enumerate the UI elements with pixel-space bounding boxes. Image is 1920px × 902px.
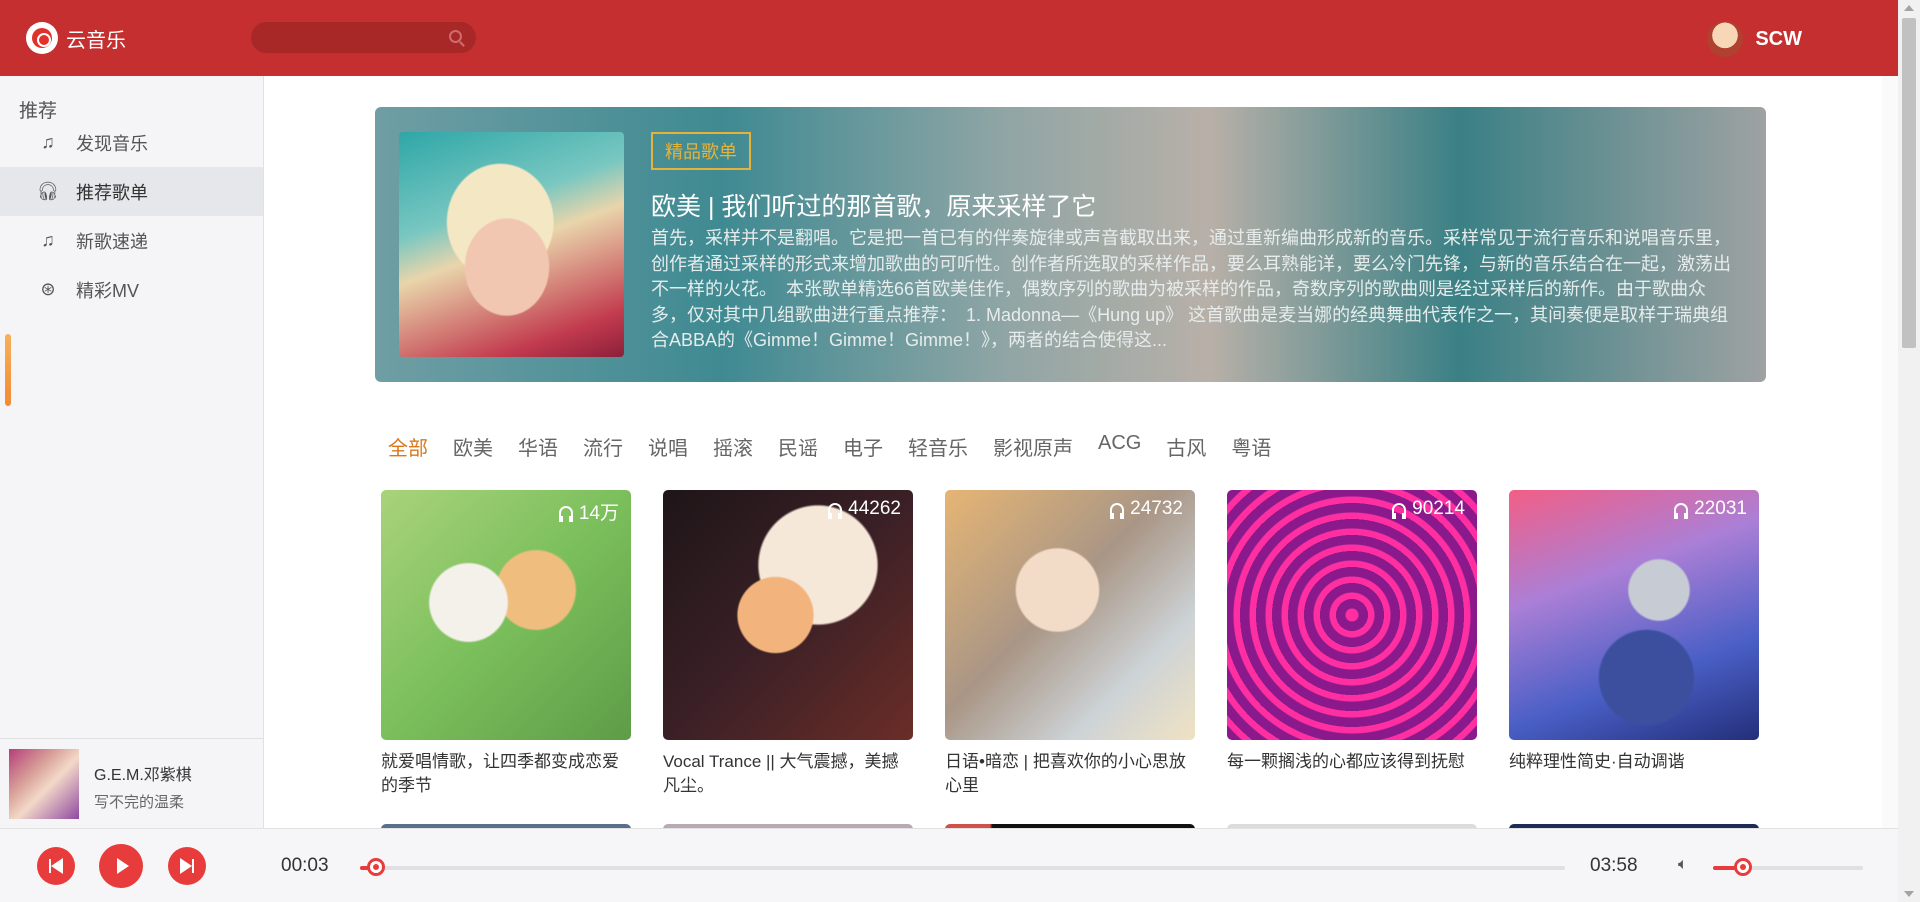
sidebar: 推荐 ♫ 发现音乐 🎧︎ 推荐歌单 ♫ 新歌速递 ⊛ 精彩MV [0, 76, 264, 828]
play-count-value: 90214 [1412, 498, 1465, 519]
tab-cantonese[interactable]: 粤语 [1231, 432, 1271, 461]
current-time: 00:03 [281, 855, 329, 876]
headphones-icon [1674, 503, 1689, 519]
content-scrollbar[interactable] [1882, 76, 1898, 828]
sidebar-item-label: 新歌速递 [76, 231, 148, 252]
tab-chinese[interactable]: 华语 [518, 432, 558, 461]
banner-description: 首先，采样并不是翻唱。它是把一首已有的伴奏旋律或声音截取出来，通过重新编曲形成新… [651, 228, 1731, 350]
sidebar-item-mv[interactable]: ⊛ 精彩MV [0, 265, 263, 314]
category-tabs: 全部 欧美 华语 流行 说唱 摇滚 民谣 电子 轻音乐 影视原声 ACG 古风 … [388, 432, 1271, 461]
progress-handle[interactable] [366, 858, 385, 876]
sidebar-item-discover[interactable]: ♫ 发现音乐 [0, 118, 263, 167]
tab-acg[interactable]: ACG [1098, 432, 1141, 461]
next-icon [180, 858, 192, 874]
headphones-icon [828, 503, 843, 519]
next-button[interactable] [168, 847, 206, 885]
music-note-icon: ♫ [41, 230, 55, 250]
playlist-card[interactable]: 90214 每一颗搁浅的心都应该得到抚慰 [1227, 490, 1477, 774]
playlist-cover[interactable]: 14万 [381, 490, 631, 740]
playlist-title[interactable]: 就爱唱情歌，让四季都变成恋爱的季节 [381, 750, 631, 798]
volume-handle[interactable] [1734, 858, 1752, 876]
play-count: 22031 [1674, 498, 1747, 520]
music-note-icon: ♫ [41, 132, 55, 152]
play-count-value: 22031 [1694, 498, 1747, 519]
play-count: 24732 [1110, 498, 1183, 520]
playlist-card[interactable]: 44262 Vocal Trance || 大气震撼，美撼凡尘。 [663, 490, 913, 798]
tab-soundtrack[interactable]: 影视原声 [993, 432, 1073, 461]
tab-rock[interactable]: 摇滚 [713, 432, 753, 461]
headphones-icon [558, 505, 573, 522]
playlist-cover[interactable]: 22031 [1509, 490, 1759, 740]
progress-bar[interactable] [360, 858, 1565, 876]
play-count: 90214 [1392, 498, 1465, 520]
playlist-card[interactable]: 14万 就爱唱情歌，让四季都变成恋爱的季节 [381, 490, 631, 798]
banner-title[interactable]: 欧美 | 我们听过的那首歌，原来采样了它 [651, 187, 1096, 223]
playlist-title[interactable]: 每一颗搁浅的心都应该得到抚慰 [1227, 750, 1477, 774]
tab-ancient-style[interactable]: 古风 [1166, 432, 1206, 461]
volume-slider[interactable] [1713, 858, 1863, 876]
main-content: 精品歌单 欧美 | 我们听过的那首歌，原来采样了它 首先，采样并不是翻唱。它是把… [264, 76, 1882, 828]
scrollbar-thumb[interactable] [1902, 18, 1916, 348]
avatar[interactable] [1707, 21, 1744, 57]
total-time: 03:58 [1590, 855, 1638, 876]
premium-badge: 精品歌单 [651, 132, 751, 170]
banner-cover[interactable] [399, 132, 624, 357]
search-input[interactable] [251, 22, 476, 53]
sidebar-item-label: 发现音乐 [76, 133, 148, 154]
playlist-title[interactable]: Vocal Trance || 大气震撼，美撼凡尘。 [663, 750, 913, 798]
sidebar-scroll-indicator[interactable] [5, 334, 11, 406]
featured-playlist-banner[interactable]: 精品歌单 欧美 | 我们听过的那首歌，原来采样了它 首先，采样并不是翻唱。它是把… [375, 107, 1766, 382]
headphones-icon [1392, 503, 1407, 519]
scroll-down-icon[interactable] [1904, 891, 1914, 897]
playlist-cover[interactable]: 24732 [945, 490, 1195, 740]
netease-logo-icon [26, 22, 58, 54]
play-count: 14万 [558, 498, 619, 525]
app-logo[interactable]: 云音乐 [26, 22, 126, 54]
headphones-icon: 🎧︎ [36, 181, 60, 201]
film-reel-icon: ⊛ [40, 279, 56, 299]
previous-button[interactable] [37, 847, 75, 885]
tab-light-music[interactable]: 轻音乐 [908, 432, 968, 461]
tab-electronic[interactable]: 电子 [843, 432, 883, 461]
now-playing-artist: 写不完的温柔 [94, 794, 185, 811]
sidebar-item-recommended-playlists[interactable]: 🎧︎ 推荐歌单 [0, 167, 263, 216]
now-playing-title: G.E.M.邓紫棋 [94, 767, 192, 784]
playlist-cover[interactable]: 44262 [663, 490, 913, 740]
playlist-title[interactable]: 纯粹理性简史·自动调谐 [1509, 750, 1759, 774]
sidebar-item-label: 推荐歌单 [76, 182, 148, 203]
playlist-cover[interactable]: 90214 [1227, 490, 1477, 740]
playlist-card[interactable]: 24732 日语•暗恋 | 把喜欢你的小心思放心里 [945, 490, 1195, 798]
now-playing-panel[interactable]: G.E.M.邓紫棋 写不完的温柔 [0, 738, 263, 828]
play-count-value: 24732 [1130, 498, 1183, 519]
play-count-value: 14万 [578, 503, 619, 524]
user-profile[interactable]: SCW [1707, 21, 1802, 57]
search-icon[interactable] [449, 30, 462, 43]
play-button[interactable] [99, 844, 143, 888]
player-bar: 00:03 03:58 🔈︎ [0, 828, 1898, 902]
volume-icon[interactable]: 🔈︎ [1678, 856, 1696, 874]
sidebar-item-label: 精彩MV [76, 280, 139, 301]
tab-western[interactable]: 欧美 [453, 432, 493, 461]
tab-rap[interactable]: 说唱 [648, 432, 688, 461]
top-header: 云音乐 SCW [0, 0, 1898, 76]
play-icon [117, 858, 129, 874]
tab-all[interactable]: 全部 [388, 432, 428, 461]
user-name[interactable]: SCW [1755, 28, 1802, 51]
playlist-card[interactable]: 22031 纯粹理性简史·自动调谐 [1509, 490, 1759, 774]
playlist-title[interactable]: 日语•暗恋 | 把喜欢你的小心思放心里 [945, 750, 1195, 798]
play-count: 44262 [828, 498, 901, 520]
sidebar-item-new-songs[interactable]: ♫ 新歌速递 [0, 216, 263, 265]
play-count-value: 44262 [848, 498, 901, 519]
now-playing-cover[interactable] [9, 749, 79, 819]
headphones-icon [1110, 503, 1125, 519]
tab-folk[interactable]: 民谣 [778, 432, 818, 461]
previous-icon-arrow [51, 858, 63, 874]
window-scrollbar[interactable] [1898, 0, 1920, 902]
next-icon-bar [192, 859, 194, 873]
scroll-up-icon[interactable] [1904, 5, 1914, 11]
tab-pop[interactable]: 流行 [583, 432, 623, 461]
app-name: 云音乐 [66, 29, 126, 52]
